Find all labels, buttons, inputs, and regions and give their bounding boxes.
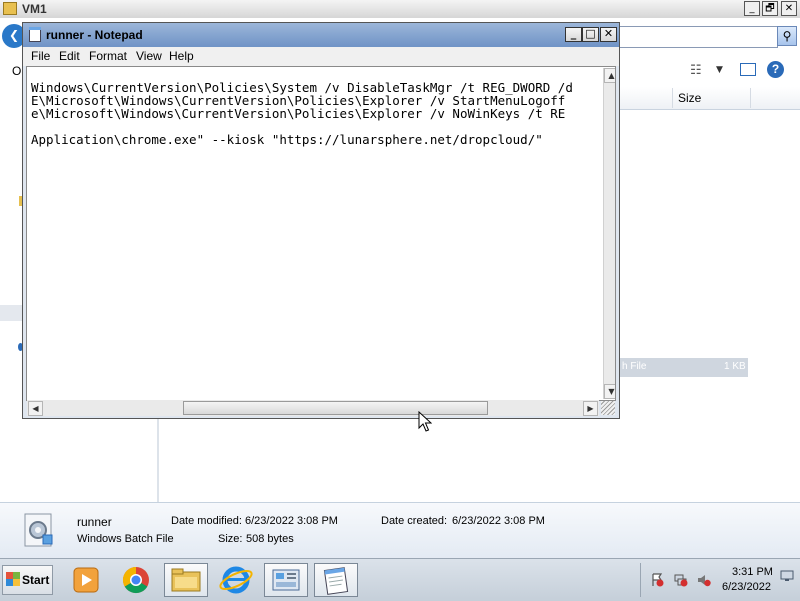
taskbar-explorer[interactable] [164,563,208,597]
internet-explorer-icon [219,566,253,594]
volume-icon[interactable] [697,573,711,587]
folder-icon [171,568,201,592]
scroll-left-icon[interactable]: ◀ [28,401,43,416]
column-divider [750,88,752,108]
tray-divider [640,563,641,597]
taskbar-media-player[interactable] [64,563,108,597]
clock-time[interactable]: 3:31 PM [732,566,773,578]
column-header-row [620,87,800,110]
help-icon[interactable]: ? [767,61,784,78]
menu-edit[interactable]: Edit [59,49,80,63]
vm-title: VM1 [22,2,47,16]
resize-grip-icon[interactable] [601,401,615,415]
menu-view[interactable]: View [136,49,162,63]
horizontal-scrollbar[interactable]: ◀ ▶ [27,400,599,416]
menu-help[interactable]: Help [169,49,194,63]
network-icon[interactable] [674,573,688,587]
mouse-pointer-icon [418,411,432,432]
clock-date[interactable]: 6/23/2022 [722,581,771,593]
taskbar-server-manager[interactable] [264,563,308,597]
minimize-button[interactable]: _ [565,27,582,42]
taskbar-notepad[interactable] [314,563,358,597]
windows-logo-icon [6,572,20,586]
notepad-title-bar[interactable]: runner - Notepad _ □ ✕ [23,23,619,47]
vm-restore-button[interactable]: 🗗 [762,1,778,16]
vertical-scrollbar[interactable]: ▲ ▼ [603,68,615,399]
editor-text[interactable]: Windows\CurrentVersion\Policies\System /… [31,81,573,146]
taskbar-internet-explorer[interactable] [214,563,258,597]
action-center-icon[interactable] [650,573,664,587]
scroll-down-icon[interactable]: ▼ [604,384,615,399]
text-editor-area[interactable]: Windows\CurrentVersion\Policies\System /… [26,66,616,401]
details-pane: runner Windows Batch File Date modified:… [0,502,800,559]
date-modified-label: Date modified: [171,515,242,527]
file-row-size: 1 KB [724,361,746,372]
notepad-window: runner - Notepad _ □ ✕ File Edit Format … [22,22,620,419]
sidebar-item-selected[interactable] [0,305,22,321]
taskbar-chrome[interactable] [114,563,158,597]
media-player-icon [73,567,99,593]
close-button[interactable]: ✕ [600,27,617,42]
notepad-title: runner - Notepad [46,28,143,42]
file-row-type: h File [622,361,647,372]
search-input[interactable] [618,26,778,48]
chevron-down-icon[interactable]: ▼ [716,65,723,75]
taskbar: Start 3:31 PM 6/23/2022 [0,558,800,601]
date-created-label: Date created: [381,515,448,527]
show-desktop-icon[interactable] [780,569,794,583]
menu-file[interactable]: File [31,49,50,63]
folder-icon [3,2,17,15]
view-options-icon[interactable]: ☷ [690,63,702,78]
notepad-icon [323,567,349,595]
chrome-icon [122,566,149,594]
search-icon[interactable]: ⚲ [777,26,797,46]
size-label: Size: [218,533,243,545]
column-header-size[interactable]: Size [672,88,701,108]
vm-close-button[interactable]: ✕ [781,1,797,16]
vm-minimize-button[interactable]: _ [744,1,760,16]
notepad-icon-band [29,27,41,30]
file-name: runner [77,515,112,529]
size-value: 508 bytes [246,533,294,545]
server-manager-icon [272,569,300,591]
menu-format[interactable]: Format [89,49,127,63]
scroll-right-icon[interactable]: ▶ [583,401,598,416]
file-type: Windows Batch File [77,533,174,545]
start-label: Start [22,573,50,587]
date-modified-value: 6/23/2022 3:08 PM [245,515,338,527]
date-created-value: 6/23/2022 3:08 PM [452,515,545,527]
preview-pane-icon[interactable] [740,63,756,76]
start-button[interactable]: Start [2,565,53,595]
vm-title-bar: VM1 _ 🗗 ✕ [0,0,800,19]
maximize-button[interactable]: □ [582,27,599,42]
batch-file-icon [24,513,53,547]
horizontal-scroll-thumb[interactable] [183,401,488,415]
scroll-up-icon[interactable]: ▲ [604,68,615,83]
